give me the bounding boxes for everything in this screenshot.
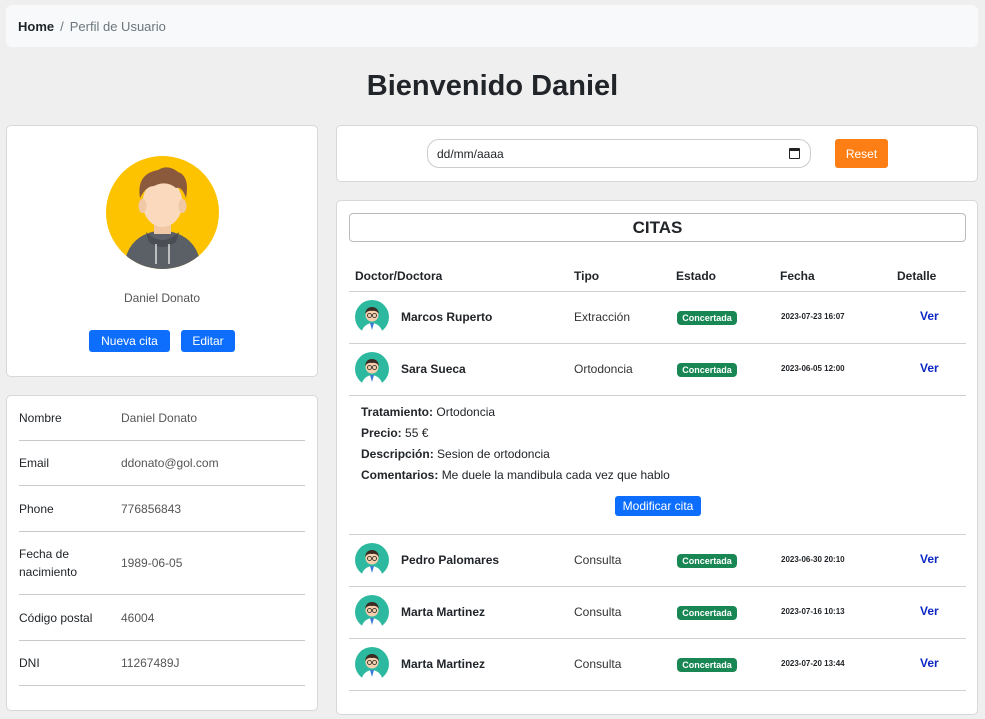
status-badge: Concertada: [677, 606, 737, 620]
doctor-avatar-icon: [355, 595, 389, 629]
status-badge: Concertada: [677, 363, 737, 377]
info-row-nombre: Nombre Daniel Donato: [19, 396, 305, 441]
doctor-avatar-icon: [355, 543, 389, 577]
edit-profile-button[interactable]: Editar: [181, 330, 235, 352]
breadcrumb-separator: /: [60, 18, 64, 34]
appointment-type: Consulta: [574, 553, 622, 567]
info-value: 46004: [121, 610, 155, 625]
appointment-date: 2023-07-16 10:13: [781, 607, 845, 616]
appointment-type: Ortodoncia: [574, 362, 633, 376]
profile-card: Daniel Donato Nueva cita Editar: [6, 125, 318, 377]
info-row-phone: Phone 776856843: [19, 486, 305, 532]
info-label: Nombre: [19, 411, 62, 425]
calendar-icon[interactable]: [789, 148, 800, 159]
date-input[interactable]: dd/mm/aaaa: [427, 139, 811, 168]
info-label: Phone: [19, 501, 54, 516]
breadcrumb-home-link[interactable]: Home: [18, 19, 54, 34]
appointment-date: 2023-07-23 16:07: [781, 312, 845, 321]
header-tipo: Tipo: [574, 269, 600, 283]
appointment-detail: Tratamiento: Ortodoncia Precio: 55 € Des…: [361, 402, 670, 486]
table-row: Marcos Ruperto Extracción Concertada 202…: [349, 292, 966, 343]
date-filter-card: dd/mm/aaaa Reset: [336, 125, 978, 182]
table-row: Pedro Palomares Consulta Concertada 2023…: [349, 535, 966, 586]
detail-precio: Precio: 55 €: [361, 426, 429, 440]
header-detalle: Detalle: [897, 269, 937, 283]
appointments-title: CITAS: [349, 213, 966, 242]
appointment-type: Extracción: [574, 310, 631, 324]
detail-comentarios: Comentarios: Me duele la mandibula cada …: [361, 468, 670, 482]
table-row: Sara Sueca Ortodoncia Concertada 2023-06…: [349, 344, 966, 395]
user-avatar-icon: [106, 156, 219, 269]
info-label: DNI: [19, 656, 40, 670]
view-details-link[interactable]: Ver: [920, 552, 939, 566]
info-value: ddonato@gol.com: [121, 456, 219, 470]
new-appointment-button[interactable]: Nueva cita: [89, 330, 170, 352]
doctor-name: Marcos Ruperto: [401, 310, 493, 324]
info-row-birthdate: Fecha de nacimiento 1989-06-05: [19, 532, 305, 595]
view-details-link[interactable]: Ver: [920, 309, 939, 323]
page-title: Bienvenido Daniel: [366, 70, 619, 102]
appointments-card: CITAS Doctor/Doctora Tipo Estado Fecha D…: [336, 200, 978, 715]
breadcrumb: Home / Perfil de Usuario: [6, 5, 978, 47]
doctor-name: Marta Martinez: [401, 657, 486, 671]
doctor-name: Sara Sueca: [401, 362, 466, 376]
appointment-date: 2023-07-20 13:44: [781, 659, 845, 668]
info-label: Email: [19, 456, 50, 470]
header-doctor: Doctor/Doctora: [355, 269, 443, 283]
view-details-link[interactable]: Ver: [920, 604, 939, 618]
table-divider: [349, 395, 966, 396]
appointment-date: 2023-06-30 20:10: [781, 555, 845, 564]
info-label: Código postal: [19, 610, 93, 625]
doctor-avatar-icon: [355, 647, 389, 681]
status-badge: Concertada: [677, 311, 737, 325]
modify-appointment-button[interactable]: Modificar cita: [615, 496, 701, 516]
status-badge: Concertada: [677, 658, 737, 672]
info-value: 1989-06-05: [121, 556, 183, 570]
info-row-postal-code: Código postal 46004: [19, 595, 305, 641]
info-value: 776856843: [121, 501, 182, 516]
table-divider: [349, 690, 966, 691]
profile-name: Daniel Donato: [123, 291, 201, 305]
info-label: Fecha de nacimiento: [19, 547, 78, 579]
date-input-placeholder: dd/mm/aaaa: [437, 146, 504, 161]
detail-descripcion: Descripción: Sesion de ortodoncia: [361, 447, 550, 461]
doctor-name: Pedro Palomares: [401, 553, 500, 567]
header-fecha: Fecha: [780, 269, 815, 283]
detail-tratamiento: Tratamiento: Ortodoncia: [361, 405, 496, 419]
reset-button[interactable]: Reset: [835, 139, 888, 168]
view-details-link[interactable]: Ver: [920, 656, 939, 670]
status-badge: Concertada: [677, 554, 737, 568]
info-value: Daniel Donato: [121, 411, 198, 425]
appointment-date: 2023-06-05 12:00: [781, 364, 845, 373]
table-row: Marta Martinez Consulta Concertada 2023-…: [349, 587, 966, 638]
header-estado: Estado: [676, 269, 717, 283]
doctor-avatar-icon: [355, 352, 389, 386]
table-row: Marta Martinez Consulta Concertada 2023-…: [349, 639, 966, 690]
view-details-link[interactable]: Ver: [920, 361, 939, 375]
info-row-dni: DNI 11267489J: [19, 641, 305, 686]
appointment-type: Consulta: [574, 657, 622, 671]
info-row-email: Email ddonato@gol.com: [19, 441, 305, 486]
breadcrumb-current: Perfil de Usuario: [69, 18, 166, 34]
user-info-card: Nombre Daniel Donato Email ddonato@gol.c…: [6, 395, 318, 711]
appointment-type: Consulta: [574, 605, 622, 619]
doctor-name: Marta Martinez: [401, 605, 486, 619]
info-value: 11267489J: [121, 656, 180, 670]
doctor-avatar-icon: [355, 300, 389, 334]
